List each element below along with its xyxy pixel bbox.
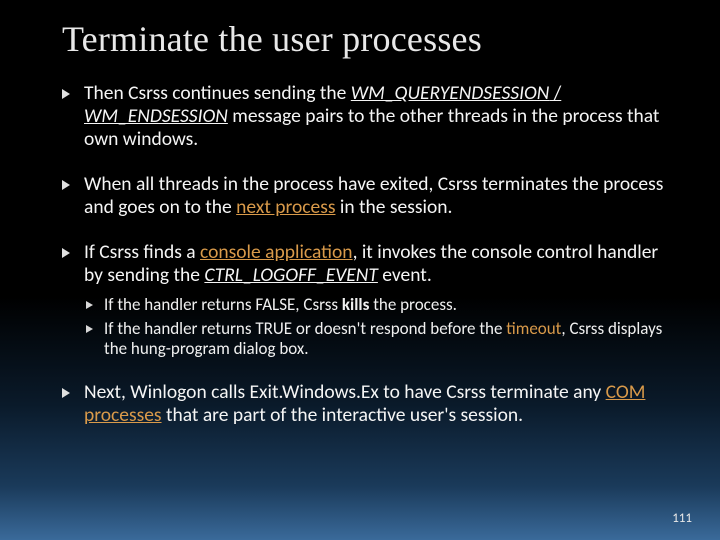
text: If the handler returns FALSE, Csrss [104,294,342,315]
page-number: 111 [672,511,692,526]
bullet-3: If Csrss finds a console application, it… [62,241,670,359]
text: If the handler returns TRUE or doesn't r… [104,318,506,339]
bullet-1: Then Csrss continues sending the WM_QUER… [62,82,670,151]
highlight-console-application: console application [200,240,353,264]
text: / [549,81,561,105]
text: the process. [369,294,457,315]
bullet-4: Next, Winlogon calls Exit.Windows.Ex to … [62,381,670,427]
bullet-list: Then Csrss continues sending the WM_QUER… [62,82,670,427]
text: If Csrss finds a [84,240,200,264]
text: that are part of the interactive user's … [162,403,524,427]
text: Then Csrss continues sending the [84,81,351,105]
text: in the session. [335,195,452,219]
highlight-next-process: next process [236,195,335,219]
code-ctrl-logoff-event: CTRL_LOGOFF_EVENT [204,263,377,287]
bold-kills: kills [342,294,369,315]
sub-bullet-list: If the handler returns FALSE, Csrss kill… [84,295,670,359]
sub-bullet-2: If the handler returns TRUE or doesn't r… [84,319,670,359]
code-wm-queryendsession: WM_QUERYENDSESSION [351,81,550,105]
sub-bullet-1: If the handler returns FALSE, Csrss kill… [84,295,670,315]
text: event. [378,263,432,287]
bullet-2: When all threads in the process have exi… [62,173,670,219]
highlight-timeout: timeout [506,318,561,339]
slide: Terminate the user processes Then Csrss … [0,0,720,540]
text: Next, Winlogon calls Exit.Windows.Ex to … [84,380,606,404]
slide-title: Terminate the user processes [62,18,670,60]
code-wm-endsession: WM_ENDSESSION [84,104,228,128]
